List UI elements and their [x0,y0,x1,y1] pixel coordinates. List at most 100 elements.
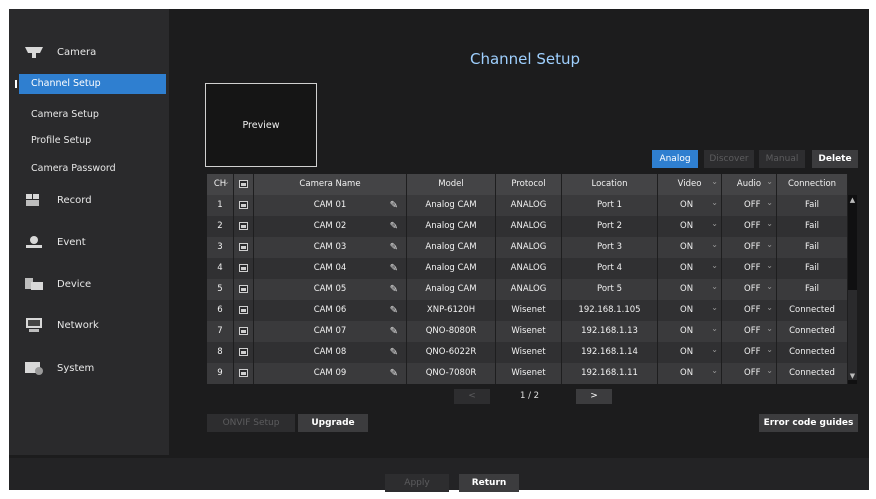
table-row[interactable]: 8 CAM 08 ✎ QNO-6022R Wisenet 192.168.1.14 ON OF… [207,342,848,363]
image-icon[interactable] [239,305,248,314]
table-row[interactable]: 3 CAM 03 ✎ Analog CAM ANALOG Port 3 ON OFF Fail [207,237,848,258]
table-row[interactable]: 4 CAM 04 ✎ Analog CAM ANALOG Port 4 ON OFF Fail [207,258,848,279]
discover-button[interactable]: Discover [704,150,754,168]
sidebar-item-system[interactable]: System [23,357,94,379]
pencil-icon[interactable]: ✎ [390,363,398,384]
cell-video[interactable]: ON [658,279,722,300]
cell-model-text: Analog CAM [425,200,477,210]
sidebar-item-camera-password[interactable]: Camera Password [9,159,156,179]
cell-video[interactable]: ON [658,216,722,237]
table-row[interactable]: 9 CAM 09 ✎ QNO-7080R Wisenet 192.168.1.11 ON OF… [207,363,848,384]
pencil-icon[interactable]: ✎ [390,258,398,279]
cell-camera-name[interactable]: CAM 05 ✎ [254,279,407,300]
cell-model-text: Analog CAM [425,263,477,273]
image-icon[interactable] [239,326,248,335]
cell-audio[interactable]: OFF [722,216,777,237]
col-ch[interactable]: CH [207,174,234,195]
cell-camera-name[interactable]: CAM 08 ✎ [254,342,407,363]
cell-audio[interactable]: OFF [722,195,777,216]
col-audio[interactable]: Audio [722,174,777,195]
cell-camera-name[interactable]: CAM 01 ✎ [254,195,407,216]
cell-audio[interactable]: OFF [722,321,777,342]
pencil-icon[interactable]: ✎ [390,300,398,321]
table-row[interactable]: 6 CAM 06 ✎ XNP-6120H Wisenet 192.168.1.105 ON O… [207,300,848,321]
sidebar-item-network[interactable]: Network [23,314,99,336]
cell-camera-name[interactable]: CAM 03 ✎ [254,237,407,258]
sidebar-item-channel-setup[interactable]: Channel Setup [15,74,166,94]
return-button[interactable]: Return [459,474,519,492]
scroll-down-icon[interactable]: ▼ [848,372,857,382]
cell-connection: Connected [777,321,848,342]
cell-video[interactable]: ON [658,300,722,321]
sidebar-item-camera[interactable]: Camera [23,41,96,63]
cell-camera-name[interactable]: CAM 02 ✎ [254,216,407,237]
sidebar-item-record[interactable]: Record [23,189,92,211]
table-scrollbar-thumb[interactable] [848,290,857,380]
cell-audio-text: OFF [744,326,761,336]
cell-image [234,279,254,300]
pencil-icon[interactable]: ✎ [390,237,398,258]
cell-protocol: ANALOG [496,216,562,237]
record-icon [23,192,45,208]
cell-ch-text: 8 [217,347,223,357]
cell-protocol: ANALOG [496,237,562,258]
preview-label: Preview [242,120,280,131]
upgrade-button[interactable]: Upgrade [298,414,368,432]
cell-model-text: XNP-6120H [426,305,476,315]
image-icon[interactable] [239,263,248,272]
pencil-icon[interactable]: ✎ [390,342,398,363]
sidebar-item-profile-setup[interactable]: Profile Setup [9,131,156,151]
image-icon[interactable] [239,284,248,293]
scroll-up-icon[interactable]: ▲ [848,196,857,206]
image-icon[interactable] [239,221,248,230]
image-icon[interactable] [239,200,248,209]
cell-video[interactable]: ON [658,321,722,342]
cell-video-text: ON [680,326,694,336]
cell-audio[interactable]: OFF [722,300,777,321]
sidebar-item-event[interactable]: Event [23,231,86,253]
cell-camera-name[interactable]: CAM 04 ✎ [254,258,407,279]
delete-button[interactable]: Delete [812,150,858,168]
cell-connection-text: Fail [804,242,820,252]
table-row[interactable]: 7 CAM 07 ✎ QNO-8080R Wisenet 192.168.1.13 ON OF… [207,321,848,342]
cell-audio-text: OFF [744,242,761,252]
prev-page-button[interactable]: < [454,389,490,404]
cell-video[interactable]: ON [658,195,722,216]
sidebar-item-camera-setup[interactable]: Camera Setup [9,105,156,125]
cell-protocol: Wisenet [496,363,562,384]
cell-location-text: 192.168.1.14 [581,347,638,357]
pencil-icon[interactable]: ✎ [390,216,398,237]
table-row[interactable]: 2 CAM 02 ✎ Analog CAM ANALOG Port 2 ON OFF Fail [207,216,848,237]
sidebar-item-device[interactable]: Device [23,273,91,295]
table-row[interactable]: 5 CAM 05 ✎ Analog CAM ANALOG Port 5 ON OFF Fail [207,279,848,300]
cell-audio[interactable]: OFF [722,237,777,258]
cell-video-text: ON [680,263,694,273]
pencil-icon[interactable]: ✎ [390,195,398,216]
cell-video[interactable]: ON [658,237,722,258]
cell-camera-name[interactable]: CAM 09 ✎ [254,363,407,384]
manual-button[interactable]: Manual [759,150,805,168]
image-icon[interactable] [239,368,248,377]
cell-audio-text: OFF [744,347,761,357]
next-page-button[interactable]: > [576,389,612,404]
cell-ch: 3 [207,237,234,258]
analog-button[interactable]: Analog [652,150,698,168]
image-icon[interactable] [239,347,248,356]
table-row[interactable]: 1 CAM 01 ✎ Analog CAM ANALOG Port 1 ON OFF Fail [207,195,848,216]
pencil-icon[interactable]: ✎ [390,321,398,342]
cell-audio[interactable]: OFF [722,363,777,384]
cell-audio[interactable]: OFF [722,258,777,279]
apply-button[interactable]: Apply [385,474,449,492]
error-code-guides-button[interactable]: Error code guides [759,414,858,432]
cell-video[interactable]: ON [658,258,722,279]
cell-camera-name[interactable]: CAM 06 ✎ [254,300,407,321]
cell-audio[interactable]: OFF [722,279,777,300]
col-video[interactable]: Video [658,174,722,195]
pencil-icon[interactable]: ✎ [390,279,398,300]
image-icon[interactable] [239,242,248,251]
cell-video[interactable]: ON [658,363,722,384]
cell-camera-name[interactable]: CAM 07 ✎ [254,321,407,342]
cell-video[interactable]: ON [658,342,722,363]
onvif-setup-button[interactable]: ONVIF Setup [207,414,295,432]
cell-audio[interactable]: OFF [722,342,777,363]
